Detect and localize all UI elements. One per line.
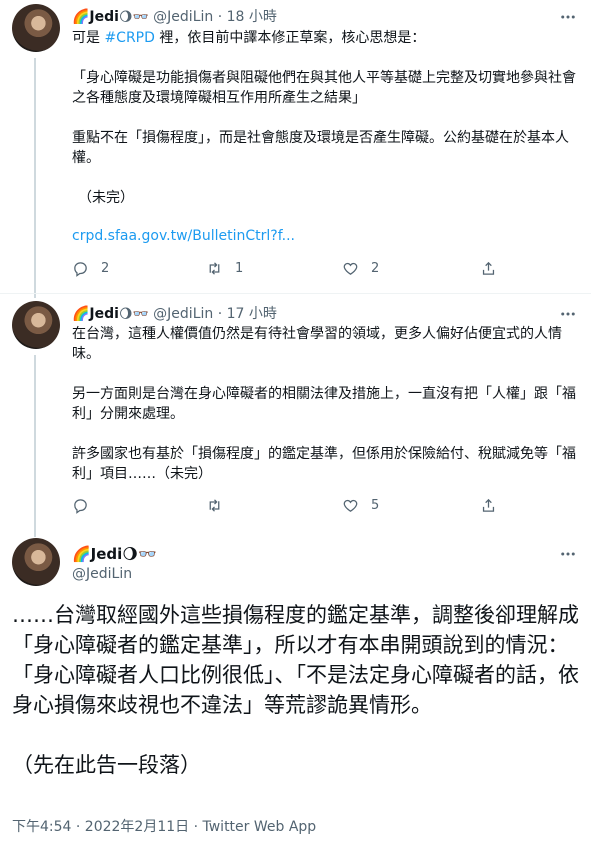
handle[interactable]: @JediLin — [153, 306, 213, 322]
thread-line — [34, 58, 36, 298]
name-emoji-badges: 🌖👓 — [118, 307, 149, 322]
reply-icon — [74, 499, 87, 514]
more-icon[interactable] — [559, 8, 577, 26]
hashtag-link[interactable]: #CRPD — [104, 30, 154, 46]
share-icon — [482, 261, 495, 275]
action-bar: 2 1 2 — [72, 260, 512, 280]
retweet-icon — [209, 262, 220, 275]
retweet-button[interactable] — [206, 497, 235, 514]
separator-dot: · — [217, 9, 223, 25]
separator-dot: · — [217, 306, 223, 322]
handle[interactable]: @JediLin — [72, 566, 132, 582]
handle[interactable]: @JediLin — [153, 9, 213, 25]
avatar[interactable] — [12, 4, 60, 52]
action-bar: 5 — [72, 497, 512, 517]
tweet-timestamp-source[interactable]: 下午4:54 · 2022年2月11日 · Twitter Web App — [12, 816, 316, 836]
like-button[interactable]: 5 — [342, 497, 379, 514]
more-icon[interactable] — [559, 305, 577, 323]
avatar[interactable] — [12, 538, 60, 586]
display-name[interactable]: 🌈Jedi🌖👓 — [72, 545, 157, 563]
tweet-paragraph: 「身心障礙是功能損傷者與阻礙他們在與其他人平等基礎上完整及切實地參與社會之各種態… — [72, 70, 576, 106]
display-name[interactable]: 🌈Jedi — [72, 306, 119, 322]
tweet-paragraph: 重點不在「損傷程度」，而是社會態度及環境是否產生障礙。公約基礎在於基本人權。 — [72, 130, 569, 166]
avatar[interactable] — [12, 301, 60, 349]
reply-count: 2 — [101, 261, 110, 276]
tweet-text: 在台灣，這種人權價值仍然是有待社會學習的領域，更多人偏好佔便宜式的人情味。 另一… — [72, 326, 576, 482]
share-button[interactable] — [480, 260, 509, 277]
tweet-text: 可是 #CRPD 裡，依目前中譯本修正草案，核心思想是： — [72, 30, 426, 46]
heart-icon — [343, 499, 358, 512]
tweet-header: 🌈Jedi🌖👓 @JediLin · 18 小時 — [72, 6, 277, 26]
like-button[interactable]: 2 — [342, 260, 379, 277]
like-count: 5 — [371, 498, 380, 513]
display-name[interactable]: 🌈Jedi — [72, 9, 119, 25]
external-link[interactable]: crpd.sfaa.gov.tw/BulletinCtrl?f... — [72, 228, 295, 244]
reply-button[interactable]: 2 — [72, 260, 109, 277]
name-emoji-badges: 🌖👓 — [122, 545, 157, 563]
heart-icon — [343, 262, 358, 275]
retweet-button[interactable]: 1 — [206, 260, 243, 277]
like-count: 2 — [371, 261, 380, 276]
main-tweet-text: ……台灣取經國外這些損傷程度的鑑定基準，調整後卻理解成「身心障礙者的鑑定基準」，… — [12, 603, 579, 777]
name-emoji-badges: 🌖👓 — [118, 10, 149, 25]
tweet-paragraph: （未完） — [78, 190, 134, 206]
thread-line — [34, 355, 36, 537]
timestamp[interactable]: 17 小時 — [227, 306, 277, 322]
reply-button[interactable] — [72, 497, 101, 514]
more-icon[interactable] — [559, 545, 577, 563]
retweet-count: 1 — [235, 261, 244, 276]
retweet-icon — [209, 499, 220, 512]
reply-icon — [74, 262, 87, 277]
share-icon — [482, 498, 495, 512]
tweet-header: 🌈Jedi🌖👓 @JediLin · 17 小時 — [72, 303, 277, 323]
tweet-divider — [0, 293, 591, 294]
timestamp[interactable]: 18 小時 — [227, 9, 277, 25]
share-button[interactable] — [480, 497, 509, 514]
